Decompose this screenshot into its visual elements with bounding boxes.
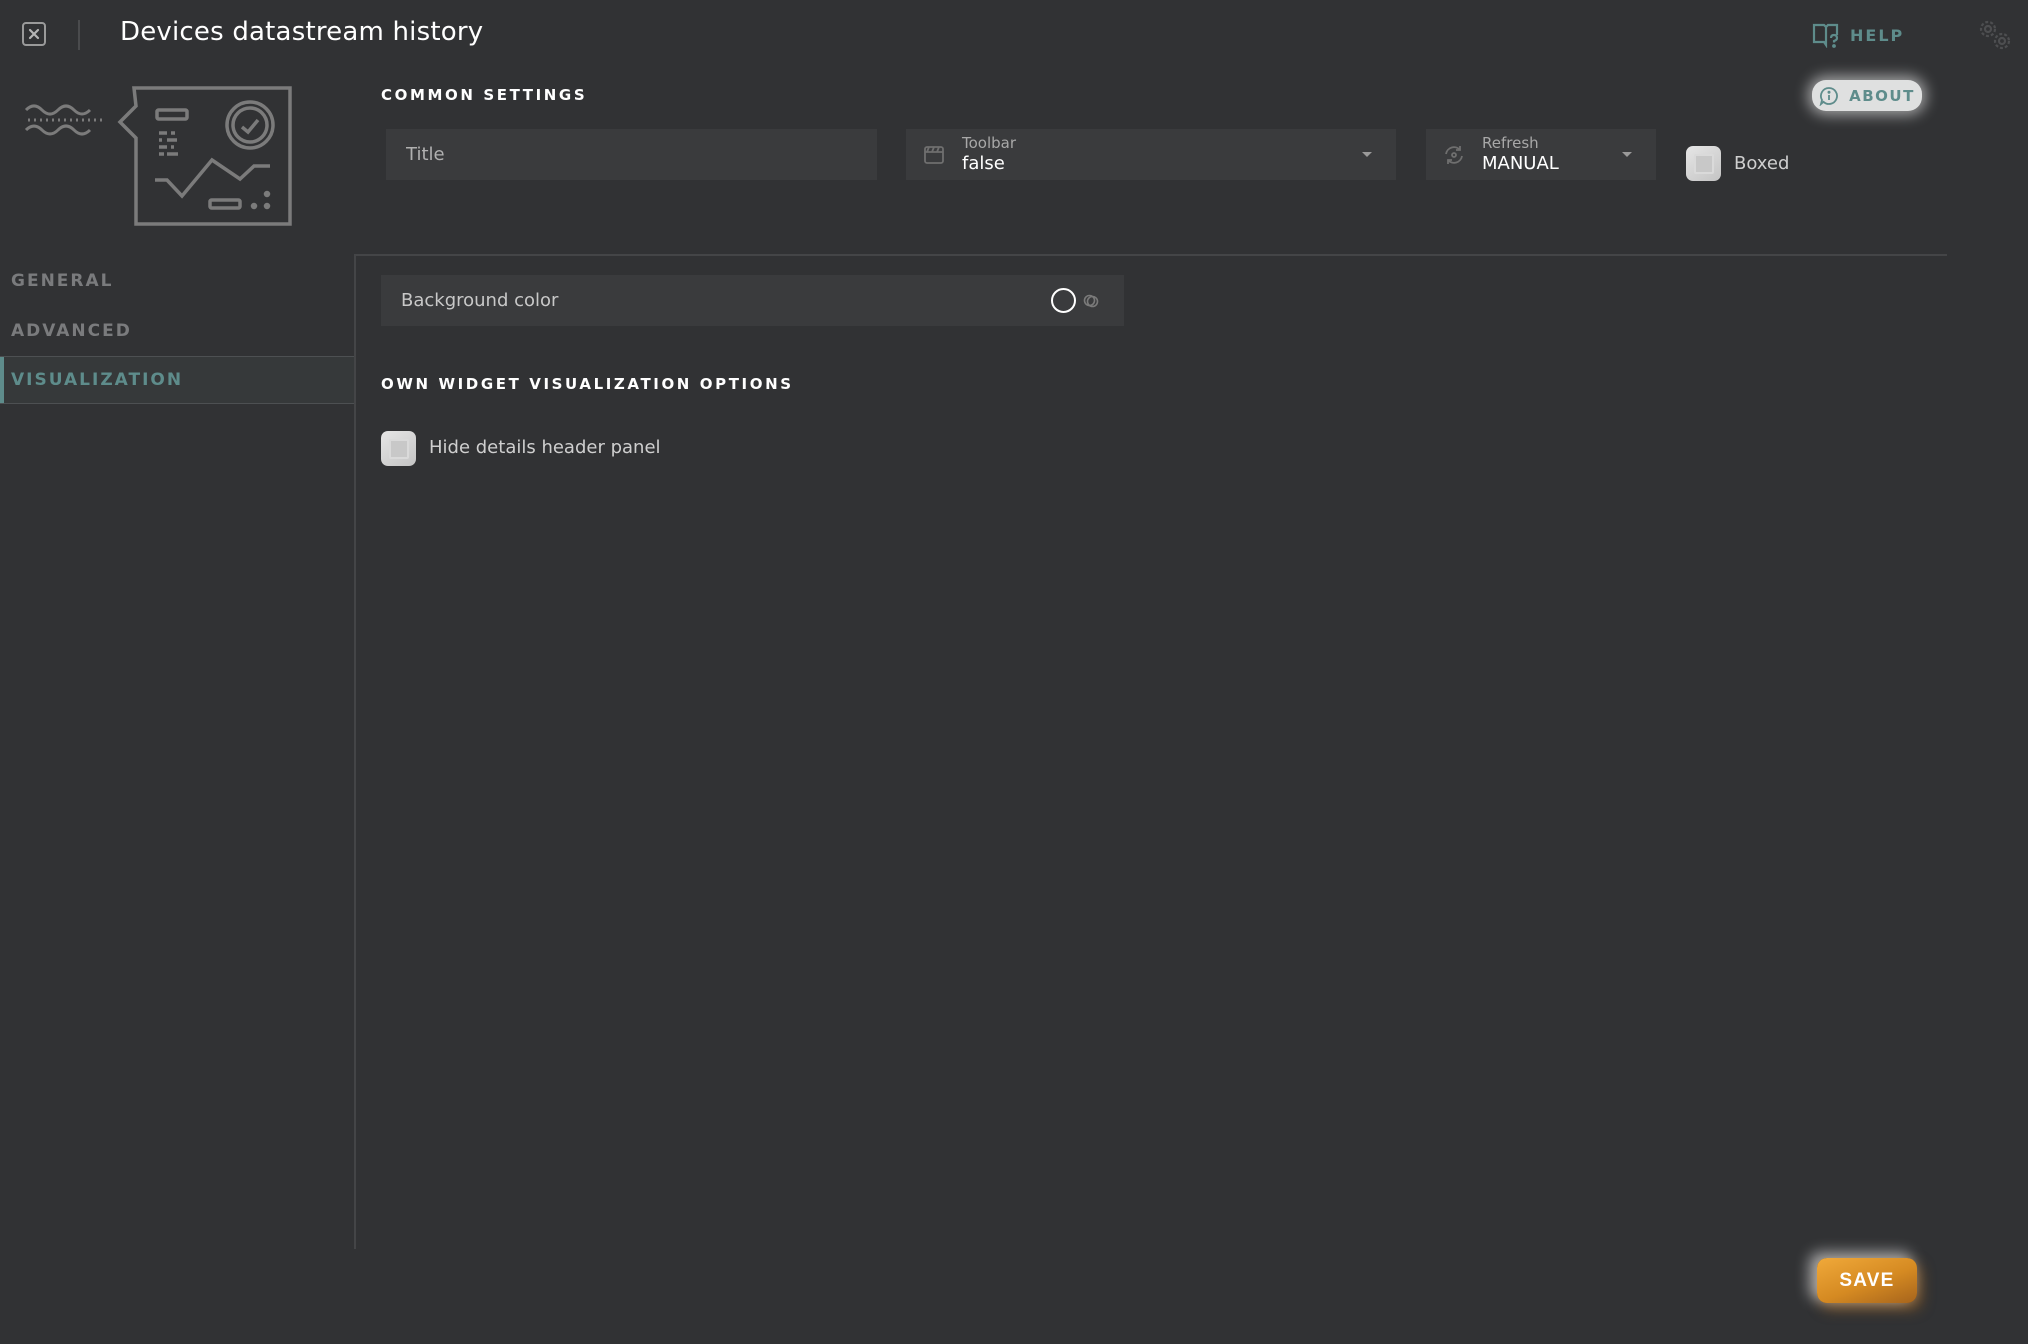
header-separator: [78, 20, 80, 50]
toolbar-value: false: [962, 152, 1005, 174]
refresh-label: Refresh: [1482, 133, 1539, 152]
sidebar-item-visualization[interactable]: VISUALIZATION: [0, 356, 355, 404]
toolbar-label: Toolbar: [962, 133, 1017, 152]
color-swatch[interactable]: [1051, 288, 1076, 313]
close-icon: [28, 28, 40, 40]
boxed-checkbox[interactable]: [1686, 146, 1721, 181]
widget-illustration: [24, 86, 292, 226]
refresh-icon: [1445, 145, 1463, 164]
sidebar-item-label: VISUALIZATION: [11, 370, 184, 390]
title-field[interactable]: [386, 129, 877, 180]
own-widget-options-heading: OWN WIDGET VISUALIZATION OPTIONS: [381, 375, 794, 393]
toolbar-icon: [924, 145, 944, 164]
save-button[interactable]: SAVE: [1817, 1258, 1917, 1303]
common-settings-heading: COMMON SETTINGS: [381, 86, 588, 104]
help-label: HELP: [1850, 25, 1905, 45]
background-color-field[interactable]: Background color: [381, 275, 1124, 326]
background-color-label: Background color: [401, 290, 559, 311]
sidebar-item-label: GENERAL: [11, 271, 114, 291]
help-button[interactable]: HELP: [1812, 22, 1904, 48]
content-divider-vertical: [354, 254, 356, 1249]
chevron-down-icon: [1622, 152, 1632, 157]
page-title: Devices datastream history: [120, 17, 484, 47]
content-divider-horizontal: [355, 254, 1947, 256]
sidebar-item-advanced[interactable]: ADVANCED: [0, 307, 355, 355]
refresh-select[interactable]: Refresh MANUAL: [1426, 129, 1656, 180]
book-help-icon: [1812, 23, 1839, 48]
sidebar-item-general[interactable]: GENERAL: [0, 257, 355, 305]
boxed-label: Boxed: [1734, 153, 1790, 174]
info-chat-icon: [1819, 86, 1839, 106]
close-button[interactable]: [22, 22, 46, 46]
hide-details-header-label: Hide details header panel: [429, 437, 661, 458]
about-label: ABOUT: [1849, 86, 1915, 105]
chevron-down-icon: [1362, 152, 1372, 157]
title-input[interactable]: [386, 129, 877, 180]
about-button[interactable]: ABOUT: [1812, 80, 1922, 111]
reset-color-icon[interactable]: [1082, 292, 1100, 310]
sidebar-item-label: ADVANCED: [11, 321, 132, 341]
toolbar-select[interactable]: Toolbar false: [906, 129, 1396, 180]
refresh-value: MANUAL: [1482, 152, 1559, 174]
hide-details-header-checkbox[interactable]: [381, 431, 416, 466]
gears-icon[interactable]: [1976, 18, 2014, 52]
